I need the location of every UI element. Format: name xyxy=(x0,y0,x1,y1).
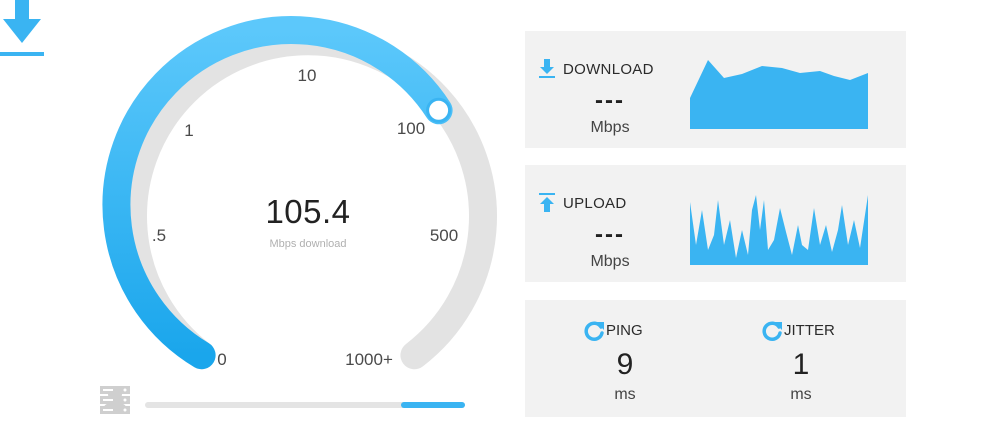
progress-track xyxy=(145,402,465,408)
upload-arrow-icon xyxy=(539,193,555,212)
download-label: DOWNLOAD xyxy=(563,61,654,78)
upload-label: UPLOAD xyxy=(563,195,627,212)
tick-500: 500 xyxy=(429,226,459,245)
progress-fill xyxy=(401,402,465,408)
upload-unit: Mbps xyxy=(590,253,630,270)
speed-unit-label: Mbps download xyxy=(269,238,347,250)
server-icon xyxy=(100,386,130,414)
gauge-arcs xyxy=(102,16,497,370)
ping-section: PING 9 ms xyxy=(535,300,715,417)
refresh-icon xyxy=(762,321,782,341)
test-progress xyxy=(100,386,510,422)
speed-value: 105.4 xyxy=(265,193,351,230)
jitter-value: 1 xyxy=(792,348,810,381)
refresh-icon xyxy=(584,321,604,341)
download-unit: Mbps xyxy=(590,119,630,136)
tick-100: 100 xyxy=(396,119,426,138)
download-sparkline xyxy=(690,60,868,129)
tick-0: 0 xyxy=(217,350,227,369)
jitter-unit: ms xyxy=(790,386,812,403)
tick-0-5: .5 xyxy=(151,226,167,245)
ping-jitter-panel: PING 9 ms JITTER 1 ms xyxy=(525,300,906,417)
upload-sparkline xyxy=(690,195,868,265)
download-value: --- xyxy=(595,87,625,114)
tick-1000: 1000+ xyxy=(345,350,393,369)
ping-label: PING xyxy=(606,322,643,339)
upload-value: --- xyxy=(595,221,625,248)
download-panel: DOWNLOAD --- Mbps xyxy=(525,31,906,148)
download-arrow-icon xyxy=(0,0,44,56)
jitter-label: JITTER xyxy=(784,322,835,339)
speed-gauge: 0 .5 1 10 100 500 1000+ 105.4 Mbps downl… xyxy=(0,0,500,446)
tick-1: 1 xyxy=(184,121,194,140)
download-arrow-icon xyxy=(539,59,555,78)
ping-unit: ms xyxy=(614,386,636,403)
gauge-needle-knob[interactable] xyxy=(426,97,452,123)
tick-10: 10 xyxy=(297,66,317,85)
jitter-section: JITTER 1 ms xyxy=(711,300,891,417)
upload-panel: UPLOAD --- Mbps xyxy=(525,165,906,282)
ping-value: 9 xyxy=(616,348,634,381)
